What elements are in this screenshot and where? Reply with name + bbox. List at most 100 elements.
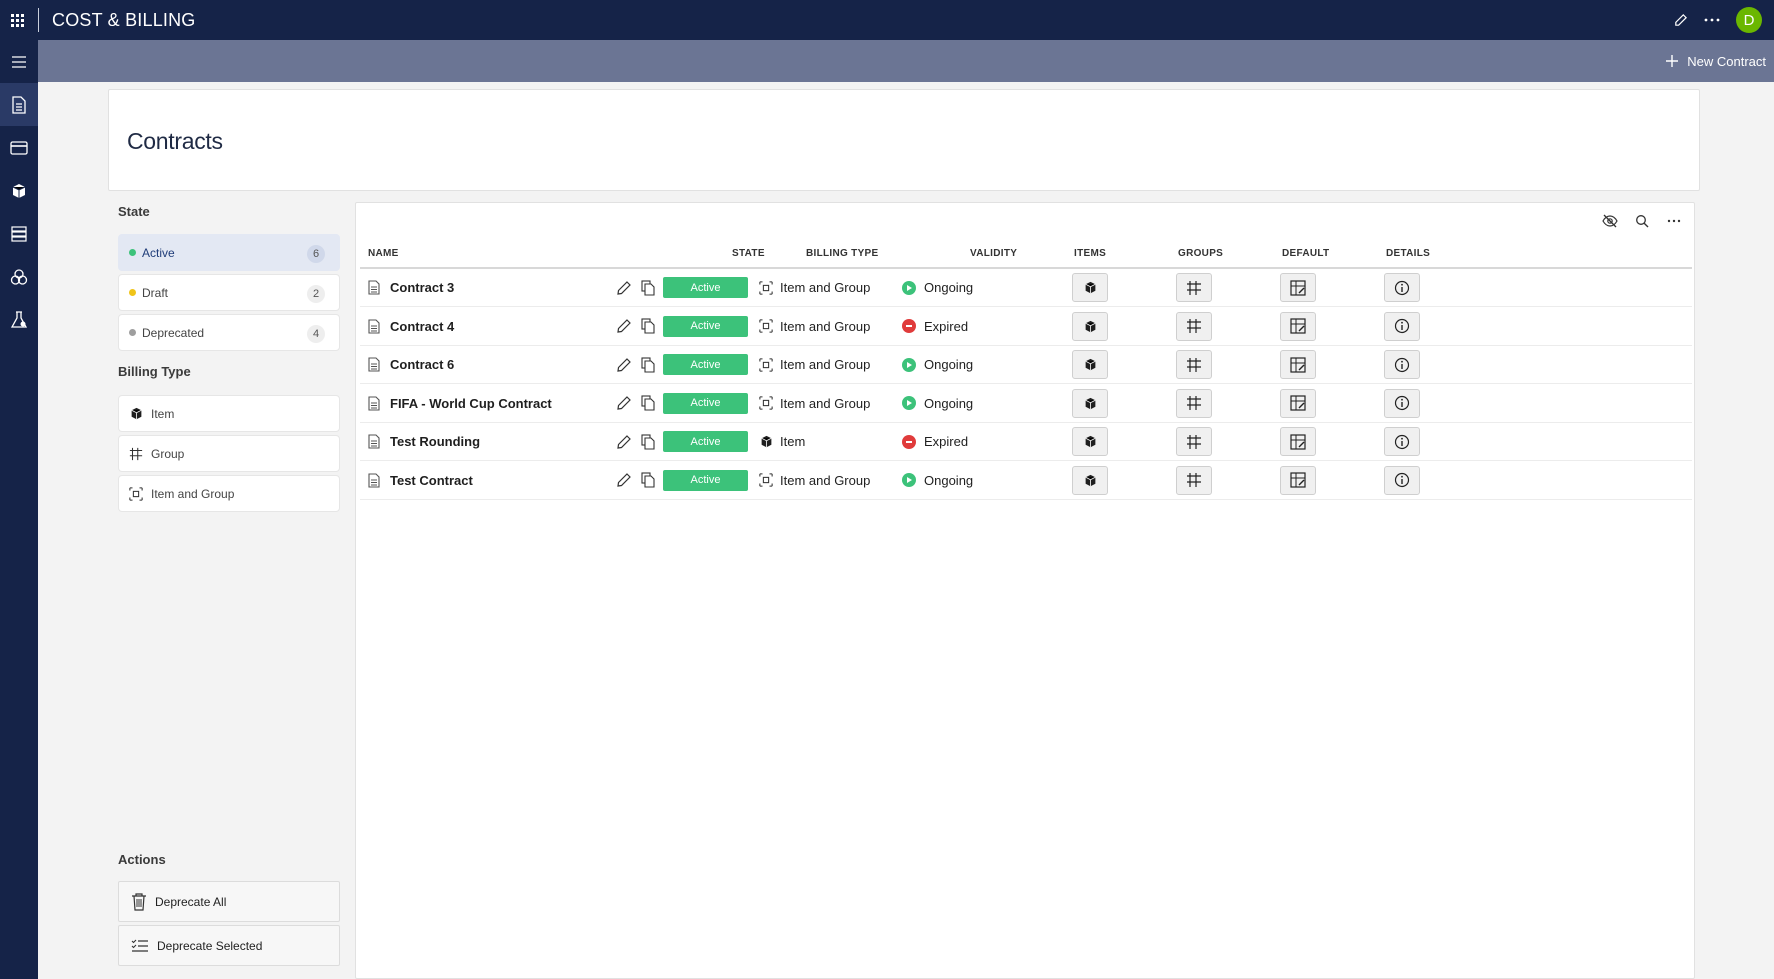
items-button[interactable] xyxy=(1072,388,1108,418)
details-button[interactable] xyxy=(1384,427,1420,456)
edit-icon[interactable] xyxy=(614,470,634,490)
details-button[interactable] xyxy=(1384,388,1420,418)
details-button[interactable] xyxy=(1384,311,1420,341)
cube-icon xyxy=(129,407,143,421)
actions-section-title: Actions xyxy=(118,852,166,867)
document-icon xyxy=(368,385,388,422)
groups-button[interactable] xyxy=(1176,427,1212,456)
contract-name[interactable]: Contract 3 xyxy=(390,269,454,306)
default-button[interactable] xyxy=(1280,350,1316,379)
items-button[interactable] xyxy=(1072,465,1108,495)
flask-nav-icon[interactable] xyxy=(0,298,38,341)
copy-icon[interactable] xyxy=(638,316,658,336)
info-icon xyxy=(1394,434,1410,450)
default-button[interactable] xyxy=(1280,311,1316,341)
edit-icon[interactable] xyxy=(1664,0,1696,40)
contract-name[interactable]: Contract 6 xyxy=(390,346,454,383)
info-icon xyxy=(1394,318,1410,334)
default-button[interactable] xyxy=(1280,427,1316,456)
column-header-billing-type[interactable]: BILLING TYPE xyxy=(806,248,879,259)
default-button[interactable] xyxy=(1280,388,1316,418)
column-header-groups[interactable]: GROUPS xyxy=(1178,248,1223,259)
billing-card-icon[interactable] xyxy=(0,126,38,169)
table-row[interactable]: Test Contract Active Item and Group Ongoing xyxy=(360,462,1692,500)
default-button[interactable] xyxy=(1280,465,1316,495)
column-header-items[interactable]: ITEMS xyxy=(1074,248,1106,259)
copy-icon[interactable] xyxy=(638,278,658,298)
edit-icon[interactable] xyxy=(614,316,634,336)
groups-button[interactable] xyxy=(1176,273,1212,302)
avatar[interactable]: D xyxy=(1736,7,1762,33)
contract-name[interactable]: Contract 4 xyxy=(390,308,454,345)
hamburger-menu-icon[interactable] xyxy=(0,40,38,83)
contract-name-text: FIFA - World Cup Contract xyxy=(390,395,552,411)
edit-icon[interactable] xyxy=(614,278,634,298)
edit-icon[interactable] xyxy=(614,432,634,452)
state-filter-deprecated[interactable]: Deprecated 4 xyxy=(118,314,340,351)
state-filter-draft[interactable]: Draft 2 xyxy=(118,274,340,311)
table-row[interactable]: Contract 6 Active Item and Group Ongoing xyxy=(360,346,1692,384)
table-row[interactable]: FIFA - World Cup Contract Active Item and … xyxy=(360,385,1692,423)
items-button[interactable] xyxy=(1072,311,1108,341)
items-button[interactable] xyxy=(1072,350,1108,379)
plus-icon xyxy=(1666,55,1679,67)
new-contract-button[interactable]: New Contract xyxy=(1665,40,1766,82)
column-header-default[interactable]: DEFAULT xyxy=(1282,248,1329,259)
billing-filter-item-and-group[interactable]: Item and Group xyxy=(118,475,340,512)
list-nav-icon[interactable] xyxy=(0,212,38,255)
column-header-validity[interactable]: VALIDITY xyxy=(970,248,1017,259)
state-badge: Active xyxy=(663,315,748,337)
copy-icon[interactable] xyxy=(638,393,658,413)
validity-text: Ongoing xyxy=(924,280,974,295)
more-options-icon[interactable] xyxy=(1662,209,1686,233)
details-button[interactable] xyxy=(1384,350,1420,379)
groups-button[interactable] xyxy=(1176,311,1212,341)
edit-icon[interactable] xyxy=(614,393,634,413)
default-table-icon xyxy=(1290,356,1306,373)
billing-filter-group[interactable]: Group xyxy=(118,435,340,472)
items-button[interactable] xyxy=(1072,273,1108,302)
more-icon[interactable] xyxy=(1696,0,1728,40)
validity-status-icon xyxy=(902,357,916,372)
group-icon xyxy=(1186,434,1202,450)
search-icon[interactable] xyxy=(1630,209,1654,233)
column-header-details[interactable]: DETAILS xyxy=(1386,248,1430,259)
default-button[interactable] xyxy=(1280,273,1316,302)
details-button[interactable] xyxy=(1384,273,1420,302)
table-row[interactable]: Contract 3 Active Item and Group Ongoing xyxy=(360,269,1692,307)
new-contract-label: New Contract xyxy=(1687,53,1766,69)
contract-name[interactable]: Test Rounding xyxy=(390,423,480,460)
groups-button[interactable] xyxy=(1176,388,1212,418)
validity-status-icon xyxy=(902,434,916,449)
billing-filter-item[interactable]: Item xyxy=(118,395,340,432)
column-header-name[interactable]: NAME xyxy=(368,248,399,259)
groups-button[interactable] xyxy=(1176,350,1212,379)
table-row[interactable]: Contract 4 Active Item and Group Expired xyxy=(360,308,1692,346)
cube-nav-icon[interactable] xyxy=(0,169,38,212)
edit-icon[interactable] xyxy=(614,355,634,375)
deprecate-selected-button[interactable]: Deprecate Selected xyxy=(118,925,340,966)
copy-icon[interactable] xyxy=(638,355,658,375)
contract-name[interactable]: Test Contract xyxy=(390,462,473,499)
table-row[interactable]: Test Rounding Active Item Expired xyxy=(360,423,1692,461)
default-table-icon xyxy=(1290,472,1306,488)
deprecate-all-button[interactable]: Deprecate All xyxy=(118,881,340,922)
details-button[interactable] xyxy=(1384,465,1420,495)
groups-nav-icon[interactable] xyxy=(0,255,38,298)
contracts-grid: NAME STATE BILLING TYPE VALIDITY ITEMS G… xyxy=(355,202,1695,979)
app-launcher-icon[interactable] xyxy=(0,0,34,40)
document-icon xyxy=(368,462,388,499)
document-icon xyxy=(368,423,388,460)
copy-icon[interactable] xyxy=(638,432,658,452)
state-filter-active[interactable]: Active 6 xyxy=(118,234,340,271)
hide-columns-icon[interactable] xyxy=(1598,209,1622,233)
groups-button[interactable] xyxy=(1176,465,1212,495)
column-header-state[interactable]: STATE xyxy=(732,248,765,259)
contract-name[interactable]: FIFA - World Cup Contract xyxy=(390,385,552,422)
copy-icon[interactable] xyxy=(638,470,658,490)
contracts-nav-icon[interactable] xyxy=(0,83,38,126)
title-divider xyxy=(38,8,39,32)
validity-text: Expired xyxy=(924,434,969,449)
items-button[interactable] xyxy=(1072,427,1108,456)
billing-filter-label: Item and Group xyxy=(151,486,235,501)
